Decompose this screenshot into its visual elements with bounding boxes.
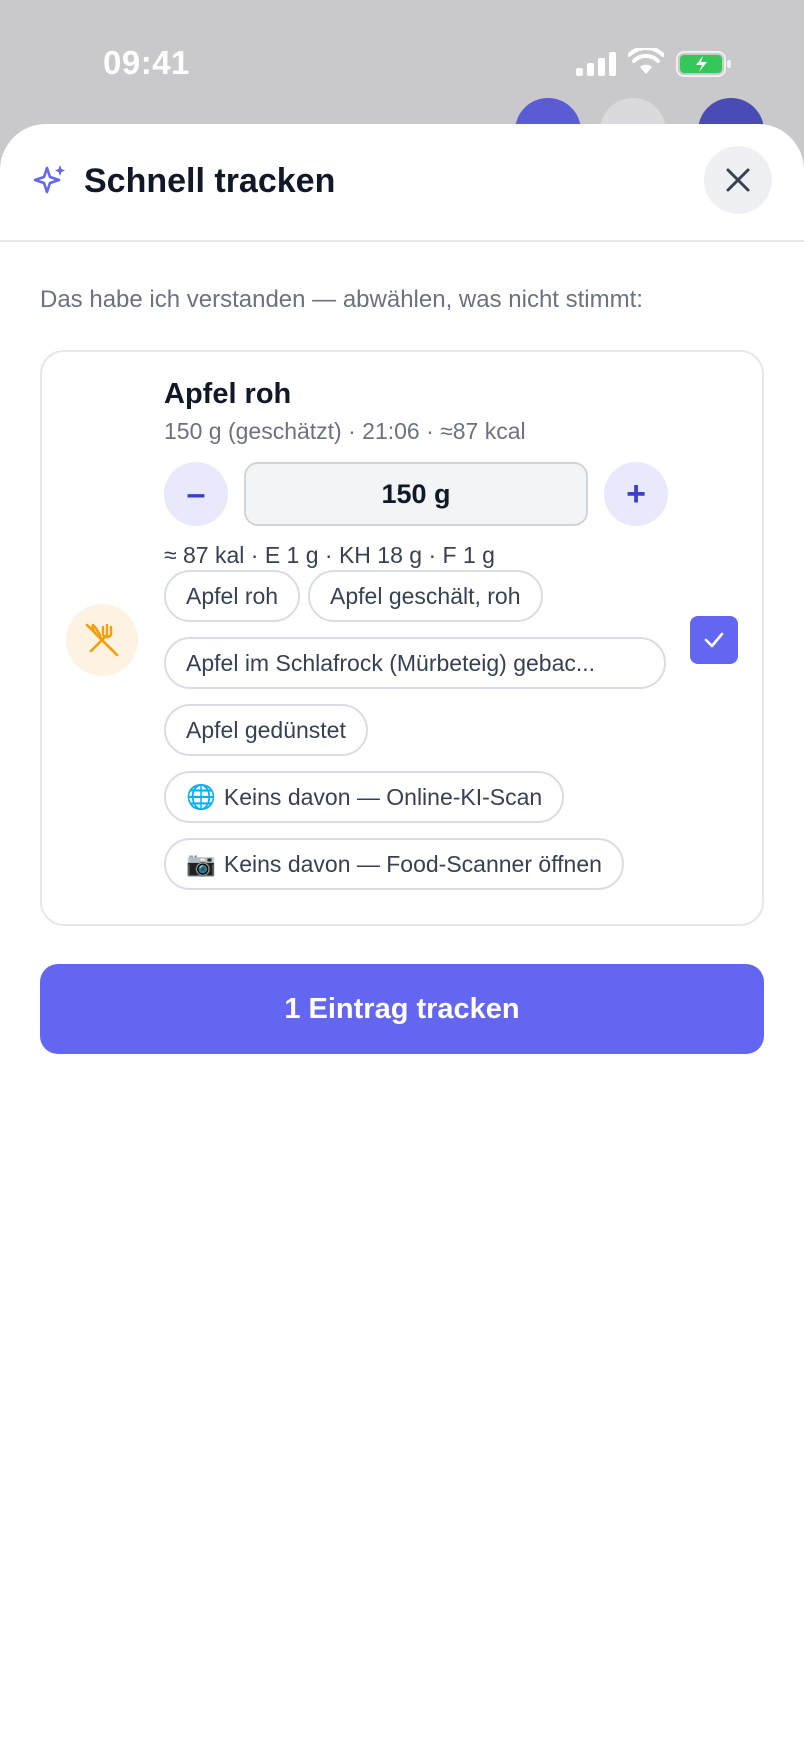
decrease-quantity-button[interactable]: –	[164, 462, 228, 526]
sparkle-icon	[33, 165, 65, 194]
entry-select-checkbox[interactable]	[690, 616, 738, 664]
track-entries-button[interactable]: 1 Eintrag tracken	[40, 964, 764, 1054]
camera-icon: 📷	[186, 850, 216, 878]
food-meta: 150 g (geschätzt) · 21:06 · ≈87 kcal	[164, 418, 526, 444]
close-button[interactable]	[704, 146, 772, 214]
wifi-icon	[628, 48, 664, 74]
food-scanner-chip[interactable]: 📷 Keins davon — Food-Scanner öffnen	[164, 838, 624, 890]
food-icon-badge	[66, 604, 138, 676]
quick-track-sheet: Schnell tracken Das habe ich verstanden …	[0, 124, 804, 1748]
alternative-chip-apfel-geschaelt[interactable]: Apfel geschält, roh	[308, 570, 543, 622]
globe-icon: 🌐	[186, 783, 216, 811]
food-name: Apfel roh	[164, 378, 292, 410]
quantity-field[interactable]: 150 g	[244, 462, 588, 526]
battery-icon	[676, 51, 731, 77]
alternative-chip-apfel-schlafrock[interactable]: Apfel im Schlafrock (Mürbeteig) gebac...	[164, 637, 666, 689]
signal-icon	[576, 52, 616, 76]
online-ai-scan-chip[interactable]: 🌐 Keins davon — Online-KI-Scan	[164, 771, 565, 823]
instruction-text: Das habe ich verstanden — abwählen, was …	[40, 286, 643, 313]
check-icon	[704, 632, 724, 648]
sheet-header: Schnell tracken	[0, 124, 804, 242]
sheet-title: Schnell tracken	[84, 162, 336, 200]
close-icon	[726, 168, 750, 192]
food-entry-card: Apfel roh 150 g (geschätzt) · 21:06 · ≈8…	[40, 350, 764, 926]
fork-knife-crossed-icon	[85, 623, 119, 657]
alternative-chip-apfel-roh[interactable]: Apfel roh	[164, 570, 301, 622]
plus-icon: +	[626, 474, 646, 513]
status-time: 09:41	[103, 44, 190, 81]
status-bar: 09:41	[0, 0, 804, 120]
minus-icon: –	[186, 474, 206, 513]
alternative-chip-apfel-geduenstet[interactable]: Apfel gedünstet	[164, 704, 368, 756]
increase-quantity-button[interactable]: +	[604, 462, 668, 526]
macros-summary: ≈ 87 kal · E 1 g · KH 18 g · F 1 g	[164, 542, 495, 568]
